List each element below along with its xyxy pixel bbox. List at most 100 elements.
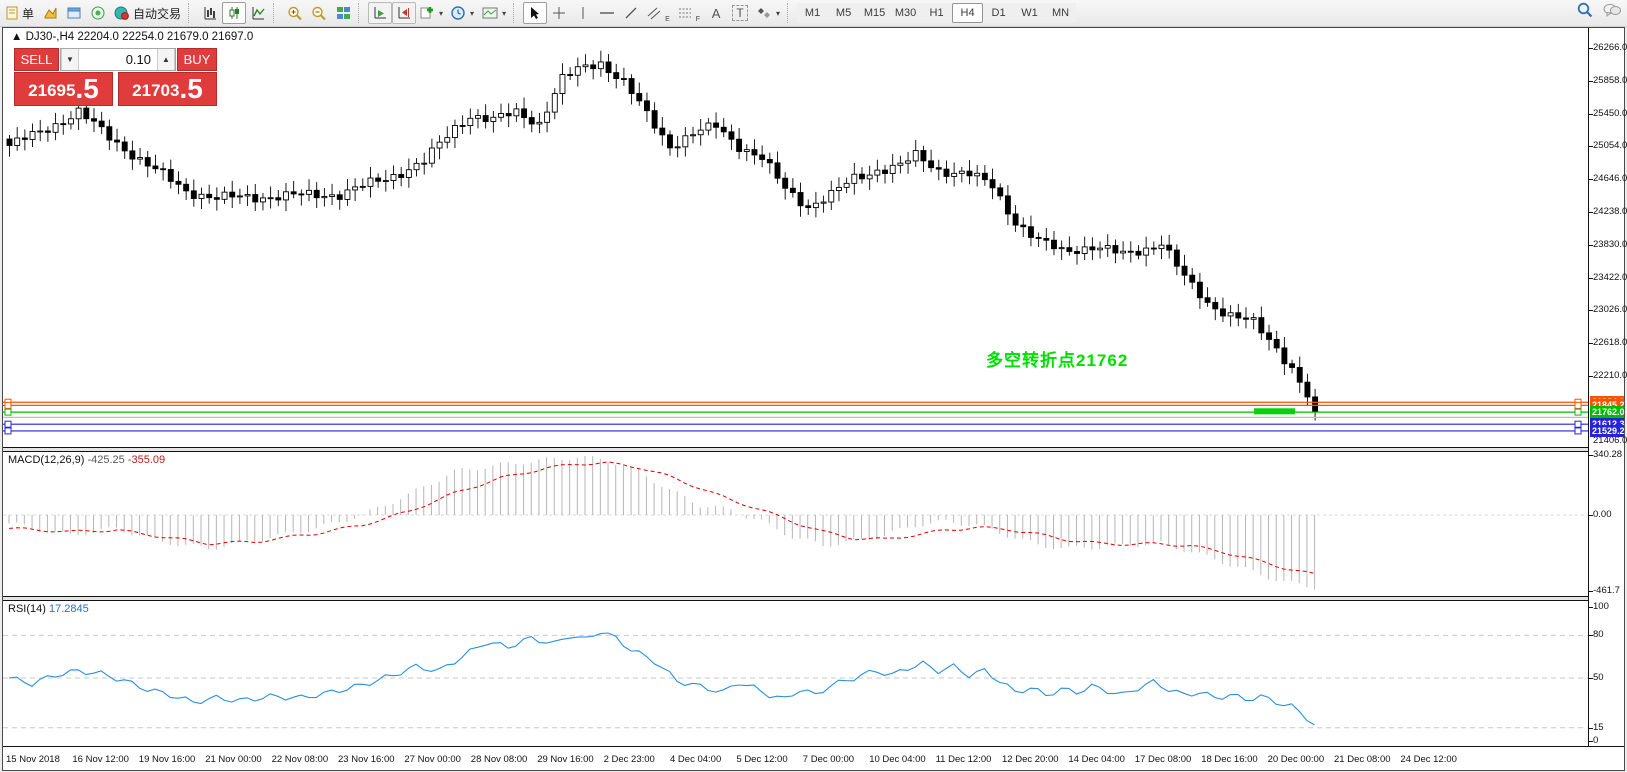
data-window-button[interactable] <box>62 2 86 24</box>
crosshair-button[interactable] <box>547 2 571 24</box>
candlestick-chart[interactable] <box>3 28 1588 447</box>
rsi-indicator-chart[interactable] <box>3 601 1588 746</box>
pane-splitter[interactable] <box>3 596 1624 601</box>
line-handle[interactable] <box>5 409 11 415</box>
timeframe-h4[interactable]: H4 <box>952 3 983 23</box>
autotrading-button[interactable]: 自动交易 <box>110 2 185 24</box>
indicators-button[interactable]: ▾ <box>416 2 447 24</box>
autotrading-label: 自动交易 <box>133 5 181 22</box>
chart-shift-button[interactable] <box>392 2 416 24</box>
navigator-button[interactable] <box>86 2 110 24</box>
toolbar-separator <box>513 3 520 23</box>
cursor-icon <box>529 6 541 20</box>
timeframe-m5[interactable]: M5 <box>828 3 859 23</box>
time-label: 28 Nov 08:00 <box>471 754 528 765</box>
chat-icon[interactable] <box>1603 3 1621 18</box>
trendline-button[interactable] <box>619 2 643 24</box>
timeframe-m30[interactable]: M30 <box>890 3 921 23</box>
macd-label: MACD(12,26,9) -425.25 -355.09 <box>8 454 165 466</box>
timeframe-mn[interactable]: MN <box>1045 3 1076 23</box>
buy-price-main: 21703 <box>132 78 179 104</box>
zoom-in-button[interactable] <box>283 2 307 24</box>
vertical-line-button[interactable] <box>571 2 595 24</box>
new-order-button[interactable]: 单 <box>2 2 38 24</box>
periods-button[interactable]: ▾ <box>447 2 478 24</box>
volume-increase-button[interactable]: ▲ <box>157 49 175 70</box>
cursor-button[interactable] <box>523 2 547 24</box>
chart-shift-icon <box>397 6 412 20</box>
line-handle[interactable] <box>1575 428 1581 434</box>
chart-symbol: DJ30-,H4 <box>26 31 75 43</box>
time-label: 21 Nov 00:00 <box>205 754 262 765</box>
candlestick-chart-icon <box>227 6 242 20</box>
channel-button[interactable]: E <box>643 2 674 24</box>
pane-splitter[interactable] <box>3 447 1624 452</box>
bar-chart-button[interactable] <box>198 2 222 24</box>
price-tick-label: 24238.0 <box>1593 206 1627 217</box>
bar-chart-icon <box>203 6 218 20</box>
line-handle[interactable] <box>1575 402 1581 408</box>
arrows-button[interactable]: ▾ <box>752 2 784 24</box>
buy-price[interactable]: 21703 .5 <box>118 72 217 106</box>
templates-button[interactable]: ▾ <box>478 2 510 24</box>
text-button[interactable]: A <box>704 2 728 24</box>
time-label: 18 Dec 16:00 <box>1201 754 1258 765</box>
macd-main-value: -425.25 <box>87 454 124 466</box>
price-tick-label: 25054.0 <box>1593 140 1627 151</box>
line-chart-button[interactable] <box>246 2 270 24</box>
template-icon <box>482 6 498 20</box>
collapse-arrow-icon[interactable]: ▲ <box>11 31 22 43</box>
equidistant-channel-icon <box>647 6 662 20</box>
macd-tick-label: -461.7 <box>1593 585 1620 596</box>
candlestick-chart-button[interactable] <box>222 2 246 24</box>
line-handle[interactable] <box>5 428 11 434</box>
search-icon[interactable] <box>1577 2 1593 18</box>
line-handle[interactable] <box>5 402 11 408</box>
price-badge: 21529.2 <box>1590 425 1624 437</box>
fibonacci-icon <box>678 6 693 20</box>
volume-input[interactable]: 0.10 <box>79 49 157 70</box>
zoom-out-button[interactable] <box>307 2 331 24</box>
time-label: 5 Dec 12:00 <box>736 754 787 765</box>
time-label: 15 Nov 2018 <box>6 754 60 765</box>
chart-window: ▲ DJ30-,H4 22204.0 22254.0 21679.0 21697… <box>2 27 1625 771</box>
time-label: 16 Nov 12:00 <box>72 754 129 765</box>
horizontal-line-button[interactable] <box>595 2 619 24</box>
market-watch-icon <box>43 6 58 20</box>
macd-tick-label: 0.00 <box>1593 509 1612 520</box>
buy-button[interactable]: BUY <box>177 48 217 71</box>
timeframe-h1[interactable]: H1 <box>921 3 952 23</box>
new-order-icon <box>6 6 19 20</box>
time-label: 20 Dec 00:00 <box>1268 754 1325 765</box>
rsi-tick-label: 15 <box>1593 722 1604 733</box>
fibonacci-button[interactable]: F <box>674 2 704 24</box>
price-tick-label: 25858.0 <box>1593 75 1627 86</box>
timeframe-w1[interactable]: W1 <box>1014 3 1045 23</box>
rsi-tick-label: 100 <box>1593 601 1609 612</box>
sell-price[interactable]: 21695 .5 <box>14 72 113 106</box>
volume-decrease-button[interactable]: ▼ <box>61 49 79 70</box>
time-axis[interactable]: 15 Nov 201816 Nov 12:0019 Nov 16:0021 No… <box>3 746 1624 770</box>
timeframe-d1[interactable]: D1 <box>983 3 1014 23</box>
timeframe-m15[interactable]: M15 <box>859 3 890 23</box>
sell-price-frac: .5 <box>75 74 98 104</box>
line-handle[interactable] <box>1575 409 1581 415</box>
line-handle[interactable] <box>5 421 11 427</box>
line-handle[interactable] <box>1575 421 1581 427</box>
auto-scroll-button[interactable] <box>368 2 392 24</box>
sell-button[interactable]: SELL <box>14 48 59 71</box>
price-tick-label: 25450.0 <box>1593 108 1627 119</box>
time-label: 23 Nov 16:00 <box>338 754 395 765</box>
timeframe-m1[interactable]: M1 <box>797 3 828 23</box>
zoom-in-icon <box>287 6 303 21</box>
macd-indicator-chart[interactable] <box>3 452 1588 598</box>
market-watch-button[interactable] <box>38 2 62 24</box>
auto-scroll-icon <box>373 6 388 20</box>
price-tick-label: 22618.0 <box>1593 337 1627 348</box>
chevron-down-icon: ▾ <box>502 9 506 18</box>
price-axis[interactable]: 26266.025858.025450.025054.024646.024238… <box>1588 28 1624 746</box>
text-tool-glyph: A <box>712 6 721 21</box>
tile-windows-button[interactable] <box>331 2 355 24</box>
label-button[interactable]: T <box>728 2 752 24</box>
vertical-line-icon <box>578 6 588 20</box>
